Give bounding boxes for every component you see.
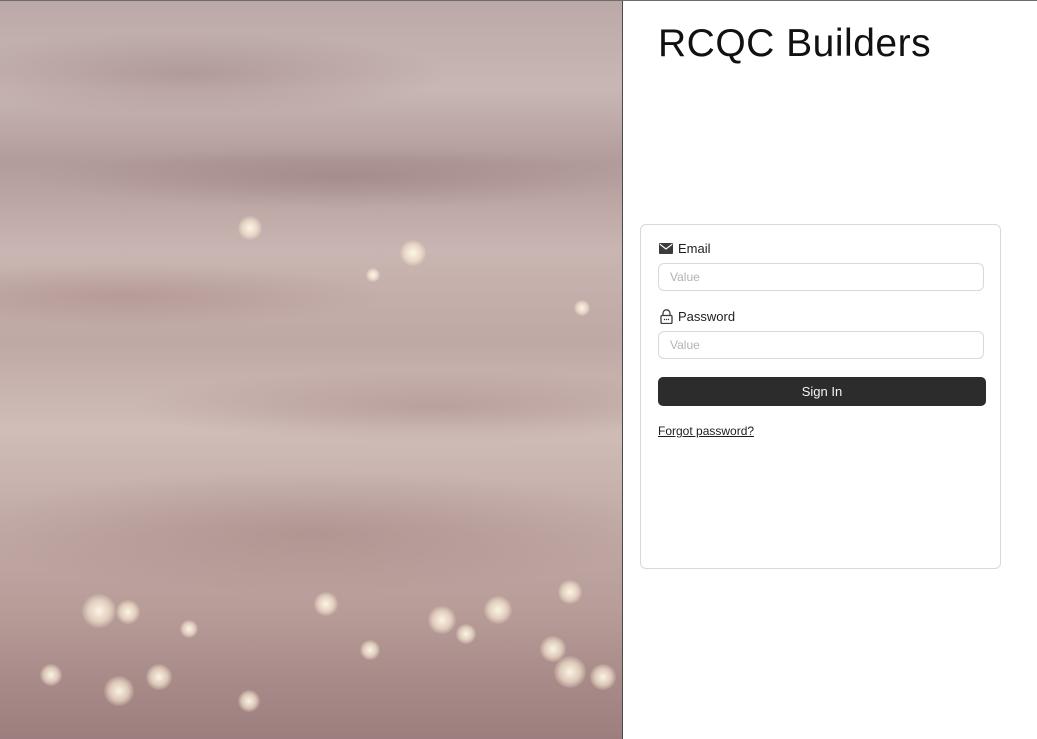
sign-in-button[interactable]: Sign In — [658, 377, 986, 406]
sparkle-decoration — [554, 656, 586, 688]
sparkle-decoration — [558, 580, 582, 604]
mail-icon — [659, 242, 673, 256]
email-field[interactable] — [658, 263, 984, 291]
brand-logo: RCQC Builders — [658, 22, 932, 65]
sparkle-decoration — [314, 592, 338, 616]
sparkle-decoration — [238, 216, 262, 240]
sparkle-decoration — [116, 600, 140, 624]
sparkle-decoration — [180, 620, 198, 638]
email-label: Email — [659, 241, 711, 256]
password-label-text: Password — [678, 309, 736, 324]
sparkle-decoration — [574, 300, 590, 316]
password-field[interactable] — [658, 331, 984, 359]
sparkle-decoration — [400, 240, 426, 266]
email-label-text: Email — [678, 241, 711, 256]
sparkle-decoration — [40, 664, 62, 686]
forgot-password-link[interactable]: Forgot password? — [658, 424, 754, 438]
sparkle-decoration — [456, 624, 476, 644]
sparkle-decoration — [366, 268, 380, 282]
login-form: Email Password Sign In Forgot password? — [640, 224, 1001, 569]
password-label: Password — [659, 309, 735, 324]
sparkle-decoration — [104, 676, 134, 706]
sparkle-decoration — [238, 690, 260, 712]
sparkle-decoration — [590, 664, 616, 690]
hero-image — [0, 0, 623, 739]
login-page: RCQC Builders Email P — [0, 0, 1037, 739]
sparkle-decoration — [484, 596, 512, 624]
sparkle-decoration — [82, 594, 116, 628]
lock-icon — [659, 309, 673, 324]
sparkle-decoration — [146, 664, 172, 690]
top-border — [0, 0, 1037, 1]
sparkle-decoration — [428, 606, 456, 634]
sparkle-decoration — [360, 640, 380, 660]
